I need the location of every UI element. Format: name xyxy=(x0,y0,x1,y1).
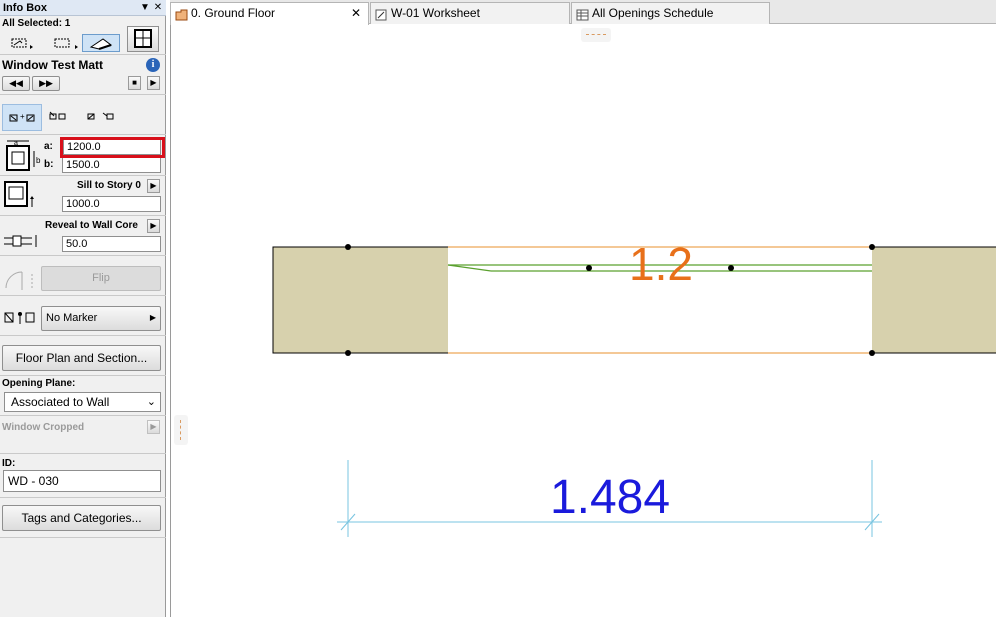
dimension-value[interactable]: 1.484 xyxy=(550,471,670,524)
anchor-right-icon[interactable] xyxy=(101,109,117,123)
sill-height-input[interactable]: 1000.0 xyxy=(62,196,161,212)
floor-plan-icon xyxy=(175,7,188,21)
window-cropped-dropdown[interactable]: ▶ xyxy=(147,420,160,434)
sill-height-icon xyxy=(2,179,38,211)
tab-openings-schedule[interactable]: All Openings Schedule xyxy=(571,2,770,24)
panel-menu-icon[interactable]: ▼ xyxy=(139,1,151,14)
stop-icon[interactable]: ■ xyxy=(128,76,141,90)
opening-plane-select[interactable]: Associated to Wall ⌄ xyxy=(4,392,161,412)
marker-section: No Marker ▶ xyxy=(0,296,166,336)
sill-reference-dropdown[interactable]: ▶ xyxy=(147,179,160,193)
tab-ground-floor[interactable]: 0. Ground Floor ✕ xyxy=(170,2,369,25)
flip-section: Flip xyxy=(0,256,166,296)
tab-label: W-01 Worksheet xyxy=(391,6,480,20)
window-cropped-label: Window Cropped xyxy=(2,422,85,433)
floor-plan-and-section-button[interactable]: Floor Plan and Section... xyxy=(2,345,161,371)
flip-button[interactable]: Flip xyxy=(41,266,161,291)
floor-plan-section: Floor Plan and Section... xyxy=(0,336,166,376)
anchor-left-icon[interactable] xyxy=(48,109,66,123)
id-label: ID: xyxy=(2,458,16,469)
opening-plane-value: Associated to Wall xyxy=(11,395,110,409)
info-icon[interactable]: i xyxy=(146,58,160,72)
id-section: ID: WD - 030 xyxy=(0,454,166,498)
reveal-section: Reveal to Wall Core ▶ 50.0 xyxy=(0,216,166,256)
element-name-section: Window Test Matt i ◀◀ ▶▶ ■ ▶ xyxy=(0,55,166,95)
chevron-right-icon: ▶ xyxy=(149,313,156,322)
worksheet-icon xyxy=(375,7,388,21)
marquee-tool-icon[interactable] xyxy=(10,36,34,50)
info-box-title: Info Box xyxy=(3,2,47,14)
window-cropped-section: Window Cropped ▶ xyxy=(0,416,166,454)
sill-section: Sill to Story 0 ▶ 1000.0 xyxy=(0,176,166,216)
marker-dropdown-label: No Marker xyxy=(46,312,98,324)
plan-drawing: 1.2 1.484 xyxy=(272,238,996,537)
sill-reference-label: Sill to Story 0 xyxy=(77,180,141,191)
reveal-reference-label: Reveal to Wall Core xyxy=(45,220,138,231)
width-highlight-box xyxy=(60,137,165,158)
flip-icon xyxy=(2,266,40,292)
tab-label: 0. Ground Floor xyxy=(191,6,276,20)
height-input[interactable]: 1500.0 xyxy=(62,157,161,173)
height-label: b: xyxy=(44,159,54,170)
pick-up-parameters-icon[interactable] xyxy=(82,34,120,52)
reveal-depth-icon xyxy=(2,233,40,249)
svg-text:b: b xyxy=(36,156,41,165)
wall-right[interactable] xyxy=(872,246,996,354)
tab-label: All Openings Schedule xyxy=(592,6,714,20)
tags-and-categories-button[interactable]: Tags and Categories... xyxy=(2,505,161,531)
info-box-titlebar[interactable]: Info Box ▼ ✕ xyxy=(0,0,166,16)
close-tab-icon[interactable]: ✕ xyxy=(351,3,361,23)
window-tool-icon[interactable] xyxy=(127,26,159,52)
next-element-button[interactable]: ▶▶ xyxy=(32,76,60,91)
element-name: Window Test Matt xyxy=(2,58,103,72)
svg-text:a: a xyxy=(14,140,18,147)
view-tab-bar: 0. Ground Floor ✕ W-01 Worksheet All Ope… xyxy=(170,0,996,25)
tags-section: Tags and Categories... xyxy=(0,498,166,538)
id-input[interactable]: WD - 030 xyxy=(3,470,161,492)
info-box-panel: Info Box ▼ ✕ All Selected: 1 Window Test… xyxy=(0,0,166,617)
floor-plan-canvas[interactable]: 1.2 1.484 xyxy=(170,25,996,617)
anchor-center-icon[interactable]: + xyxy=(2,104,42,131)
marker-icon xyxy=(2,310,40,326)
window-dimensions-icon: ab xyxy=(2,137,42,173)
reveal-depth-input[interactable]: 50.0 xyxy=(62,236,161,252)
play-icon[interactable]: ▶ xyxy=(147,76,160,90)
width-label: a: xyxy=(44,141,53,152)
chevron-down-icon: ⌄ xyxy=(146,396,156,408)
reveal-reference-dropdown[interactable]: ▶ xyxy=(147,219,160,233)
opening-plane-label: Opening Plane: xyxy=(2,378,76,389)
marker-dropdown[interactable]: No Marker ▶ xyxy=(41,306,161,331)
opening-plane-section: Opening Plane: Associated to Wall ⌄ xyxy=(0,376,166,416)
wall-left[interactable] xyxy=(272,246,448,354)
selection-count: All Selected: 1 xyxy=(2,18,71,29)
previous-element-button[interactable]: ◀◀ xyxy=(2,76,30,91)
schedule-icon xyxy=(576,7,589,21)
window-size-label[interactable]: 1.2 xyxy=(629,238,693,290)
archicad-window: Info Box ▼ ✕ All Selected: 1 Window Test… xyxy=(0,0,996,617)
anchor-middle-icon[interactable] xyxy=(86,109,96,123)
tab-worksheet[interactable]: W-01 Worksheet xyxy=(370,2,570,24)
svg-text:+: + xyxy=(20,112,25,121)
anchor-section: + xyxy=(0,95,166,135)
close-icon[interactable]: ✕ xyxy=(152,1,164,14)
rectangle-select-icon[interactable] xyxy=(52,36,80,50)
